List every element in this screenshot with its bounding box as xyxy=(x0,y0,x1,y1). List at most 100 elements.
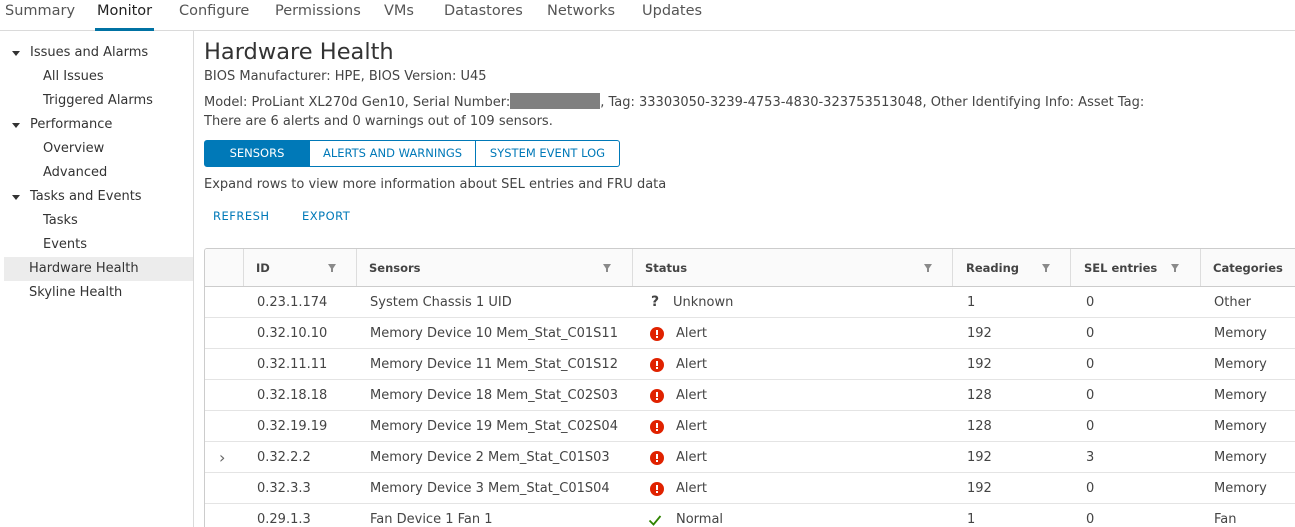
caret-down-icon[interactable] xyxy=(12,51,20,56)
filter-icon[interactable] xyxy=(924,264,932,272)
column-header-reading[interactable]: Reading xyxy=(952,249,1070,286)
cell-status: Alert xyxy=(676,326,707,341)
top-tab-bar: Summary Monitor Configure Permissions VM… xyxy=(0,0,1295,31)
alert-icon xyxy=(650,389,664,403)
alert-icon xyxy=(650,358,664,372)
cell-reading: 128 xyxy=(967,388,992,403)
tab-summary[interactable]: Summary xyxy=(5,3,75,19)
cell-sensor: Fan Device 1 Fan 1 xyxy=(370,512,493,527)
table-row[interactable]: 0.29.1.3 Fan Device 1 Fan 1 Normal 1 0 F… xyxy=(205,504,1295,527)
tab-monitor[interactable]: Monitor xyxy=(94,3,155,31)
cell-sel-entries: 0 xyxy=(1086,326,1095,341)
tab-sensors[interactable]: SENSORS xyxy=(204,140,310,167)
cell-sel-entries: 0 xyxy=(1086,388,1095,403)
cell-id: 0.23.1.174 xyxy=(257,295,328,310)
cell-sel-entries: 0 xyxy=(1086,419,1095,434)
tab-system-event-log[interactable]: SYSTEM EVENT LOG xyxy=(476,140,620,167)
main-content: Hardware Health BIOS Manufacturer: HPE, … xyxy=(204,31,1295,527)
cell-sel-entries: 0 xyxy=(1086,481,1095,496)
sidebar-item-events[interactable]: Events xyxy=(0,233,193,257)
table-row[interactable]: 0.32.3.3 Memory Device 3 Mem_Stat_C01S04… xyxy=(205,473,1295,504)
sidebar-item-hardware-health[interactable]: Hardware Health xyxy=(4,257,193,281)
column-header-sensors[interactable]: Sensors xyxy=(356,249,632,286)
filter-icon[interactable] xyxy=(1171,264,1179,272)
view-tab-group: SENSORS ALERTS AND WARNINGS SYSTEM EVENT… xyxy=(204,140,620,167)
cell-category: Memory xyxy=(1214,419,1267,434)
sensors-grid: ID Sensors Status Reading SEL entries Ca… xyxy=(204,248,1295,527)
tab-datastores[interactable]: Datastores xyxy=(444,3,523,19)
cell-category: Memory xyxy=(1214,388,1267,403)
sidebar-item-advanced[interactable]: Advanced xyxy=(0,161,193,185)
cell-id: 0.32.19.19 xyxy=(257,419,328,434)
table-row[interactable]: 0.32.10.10 Memory Device 10 Mem_Stat_C01… xyxy=(205,318,1295,349)
cell-status: Alert xyxy=(676,481,707,496)
column-header-label: ID xyxy=(256,261,270,275)
tab-vms[interactable]: VMs xyxy=(384,3,414,19)
monitor-sidebar: Issues and Alarms All Issues Triggered A… xyxy=(0,31,194,527)
sidebar-item-all-issues[interactable]: All Issues xyxy=(0,65,193,89)
cell-category: Memory xyxy=(1214,481,1267,496)
table-row[interactable]: 0.23.1.174 System Chassis 1 UID ? Unknow… xyxy=(205,287,1295,318)
sidebar-item-label: Triggered Alarms xyxy=(43,93,153,108)
sidebar-group-label: Issues and Alarms xyxy=(30,45,149,60)
cell-category: Other xyxy=(1214,295,1251,310)
cell-status: Alert xyxy=(676,357,707,372)
sidebar-item-label: All Issues xyxy=(43,69,104,84)
cell-id: 0.32.3.3 xyxy=(257,481,311,496)
cell-id: 0.29.1.3 xyxy=(257,512,311,527)
alert-icon xyxy=(650,482,664,496)
cell-sensor: Memory Device 11 Mem_Stat_C01S12 xyxy=(370,357,618,372)
sidebar-item-label: Events xyxy=(43,237,88,252)
cell-id: 0.32.2.2 xyxy=(257,450,311,465)
column-header-label: Status xyxy=(645,261,688,275)
caret-down-icon[interactable] xyxy=(12,195,20,200)
column-header-label: Reading xyxy=(966,261,1020,275)
model-info-prefix: Model: ProLiant XL270d Gen10, Serial Num… xyxy=(204,95,511,110)
sidebar-group-label: Performance xyxy=(30,117,113,132)
column-header-status[interactable]: Status xyxy=(632,249,952,286)
cell-reading: 192 xyxy=(967,450,992,465)
sidebar-item-skyline-health[interactable]: Skyline Health xyxy=(0,281,193,305)
table-row[interactable]: › 0.32.2.2 Memory Device 2 Mem_Stat_C01S… xyxy=(205,442,1295,473)
alerts-summary: There are 6 alerts and 0 warnings out of… xyxy=(204,114,553,129)
unknown-icon: ? xyxy=(651,294,660,310)
column-header-id[interactable]: ID xyxy=(243,249,356,286)
sidebar-group-issues-and-alarms[interactable]: Issues and Alarms xyxy=(0,41,193,65)
page-title: Hardware Health xyxy=(204,39,394,65)
redacted-serial-number xyxy=(510,93,601,109)
cell-sel-entries: 0 xyxy=(1086,295,1095,310)
sidebar-item-overview[interactable]: Overview xyxy=(0,137,193,161)
tab-alerts-and-warnings[interactable]: ALERTS AND WARNINGS xyxy=(310,140,476,167)
table-row[interactable]: 0.32.11.11 Memory Device 11 Mem_Stat_C01… xyxy=(205,349,1295,380)
chevron-right-icon[interactable]: › xyxy=(219,448,225,467)
filter-icon[interactable] xyxy=(328,264,336,272)
sidebar-group-tasks-and-events[interactable]: Tasks and Events xyxy=(0,185,193,209)
filter-icon[interactable] xyxy=(603,264,611,272)
cell-reading: 1 xyxy=(967,512,976,527)
alert-icon xyxy=(650,451,664,465)
cell-sel-entries: 3 xyxy=(1086,450,1095,465)
table-row[interactable]: 0.32.19.19 Memory Device 19 Mem_Stat_C02… xyxy=(205,411,1295,442)
caret-down-icon[interactable] xyxy=(12,123,20,128)
sidebar-item-tasks[interactable]: Tasks xyxy=(0,209,193,233)
bios-info: BIOS Manufacturer: HPE, BIOS Version: U4… xyxy=(204,69,487,84)
alert-icon xyxy=(650,327,664,341)
table-row[interactable]: 0.32.18.18 Memory Device 18 Mem_Stat_C02… xyxy=(205,380,1295,411)
tab-networks[interactable]: Networks xyxy=(547,3,615,19)
check-icon xyxy=(648,515,662,526)
column-header-categories[interactable]: Categories xyxy=(1200,249,1295,286)
sidebar-group-performance[interactable]: Performance xyxy=(0,113,193,137)
filter-icon[interactable] xyxy=(1042,264,1050,272)
tab-updates[interactable]: Updates xyxy=(642,3,702,19)
cell-sensor: System Chassis 1 UID xyxy=(370,295,512,310)
sidebar-item-label: Hardware Health xyxy=(29,261,139,276)
sidebar-item-triggered-alarms[interactable]: Triggered Alarms xyxy=(0,89,193,113)
column-header-sel-entries[interactable]: SEL entries xyxy=(1070,249,1200,286)
cell-sensor: Memory Device 10 Mem_Stat_C01S11 xyxy=(370,326,618,341)
tab-permissions[interactable]: Permissions xyxy=(275,3,361,19)
tab-configure[interactable]: Configure xyxy=(179,3,249,19)
cell-sensor: Memory Device 2 Mem_Stat_C01S03 xyxy=(370,450,610,465)
refresh-button[interactable]: REFRESH xyxy=(213,209,270,223)
column-header-label: Categories xyxy=(1213,261,1283,275)
export-button[interactable]: EXPORT xyxy=(302,209,350,223)
